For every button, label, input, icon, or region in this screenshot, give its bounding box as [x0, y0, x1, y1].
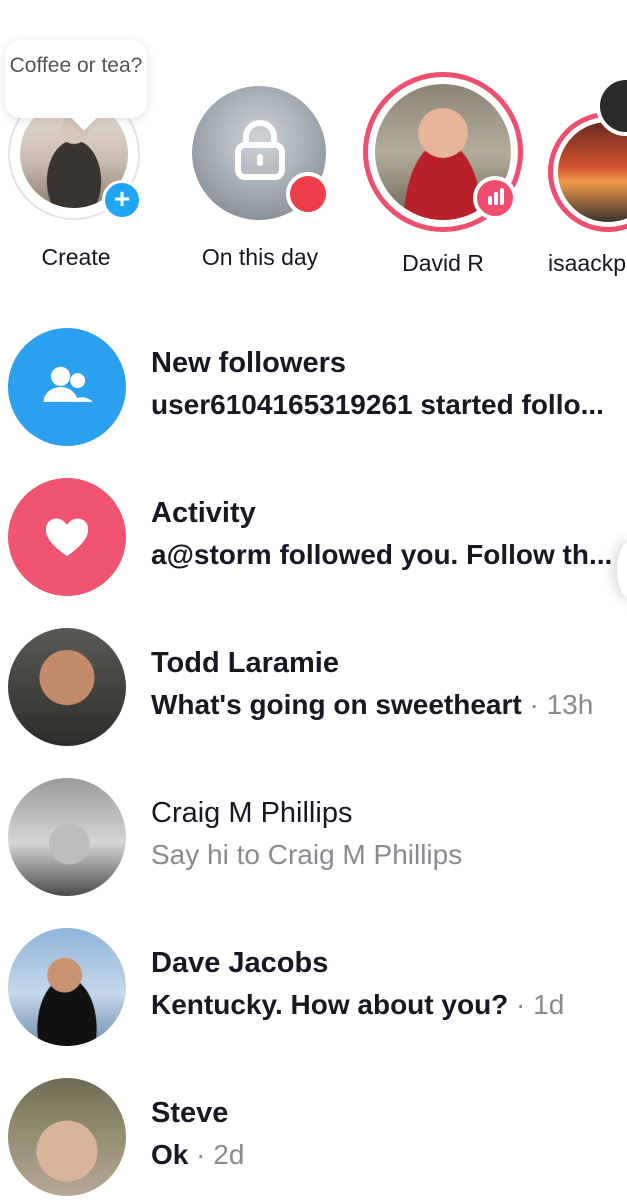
row-preview: a@storm followed you. Follow th... [151, 539, 613, 570]
story-label-david-r: David R [402, 250, 484, 276]
list-item-craig-m-phillips[interactable]: Craig M Phillips Say hi to Craig M Phill… [0, 750, 627, 900]
row-preview: What's going on sweetheart · 13h [151, 689, 593, 721]
avatar[interactable] [8, 928, 126, 1046]
row-preview: Say hi to Craig M Phillips [151, 839, 463, 870]
row-preview: Kentucky. How about you? · 1d [151, 989, 564, 1021]
live-bars-icon [473, 176, 517, 220]
new-indicator-dot [286, 172, 330, 216]
row-preview: user6104165319261 started follo... [151, 389, 604, 420]
story-isaackp[interactable]: isaackp [548, 0, 627, 300]
preview-text: Kentucky. How about you? [151, 989, 509, 1020]
row-title: New followers [151, 347, 346, 379]
note-bubble[interactable]: Coffee or tea? [5, 40, 147, 118]
avatar[interactable] [8, 628, 126, 746]
time-separator: · [188, 1139, 214, 1170]
story-label-on-this-day: On this day [201, 244, 319, 270]
list-item-steve[interactable]: Steve Ok · 2d [0, 1050, 627, 1200]
list-item-dave-jacobs[interactable]: Dave Jacobs Kentucky. How about you? · 1… [0, 900, 627, 1050]
row-title: Activity [151, 497, 256, 529]
preview-text: Ok [151, 1139, 189, 1170]
story-david-r[interactable]: David R [363, 0, 523, 300]
list-item-activity[interactable]: Activity a@storm followed you. Follow th… [0, 450, 627, 600]
preview-text: What's going on sweetheart [151, 689, 522, 720]
timestamp: 1d [533, 989, 565, 1020]
row-title: Steve [151, 1097, 229, 1129]
lock-icon [235, 120, 285, 180]
story-on-this-day[interactable]: On this day [180, 0, 340, 300]
row-preview: Ok · 2d [151, 1139, 244, 1171]
timestamp: 2d [213, 1139, 245, 1170]
heart-icon [8, 478, 126, 596]
row-title: Todd Laramie [151, 647, 339, 679]
list-item-new-followers[interactable]: New followers user6104165319261 started … [0, 300, 627, 450]
plus-icon[interactable]: + [102, 180, 142, 220]
avatar[interactable] [8, 778, 126, 896]
row-title: Craig M Phillips [151, 797, 353, 829]
time-separator: · [521, 689, 547, 720]
avatar[interactable] [8, 1078, 126, 1196]
story-label-create: Create [41, 244, 111, 270]
followers-icon [8, 328, 126, 446]
time-separator: · [508, 989, 534, 1020]
list-item-todd-laramie[interactable]: Todd Laramie What's going on sweetheart … [0, 600, 627, 750]
stories-row: + Create Coffee or tea? On this day Davi… [0, 0, 627, 300]
story-label-isaackp: isaackp [548, 250, 626, 276]
timestamp: 13h [546, 689, 594, 720]
row-title: Dave Jacobs [151, 947, 329, 979]
